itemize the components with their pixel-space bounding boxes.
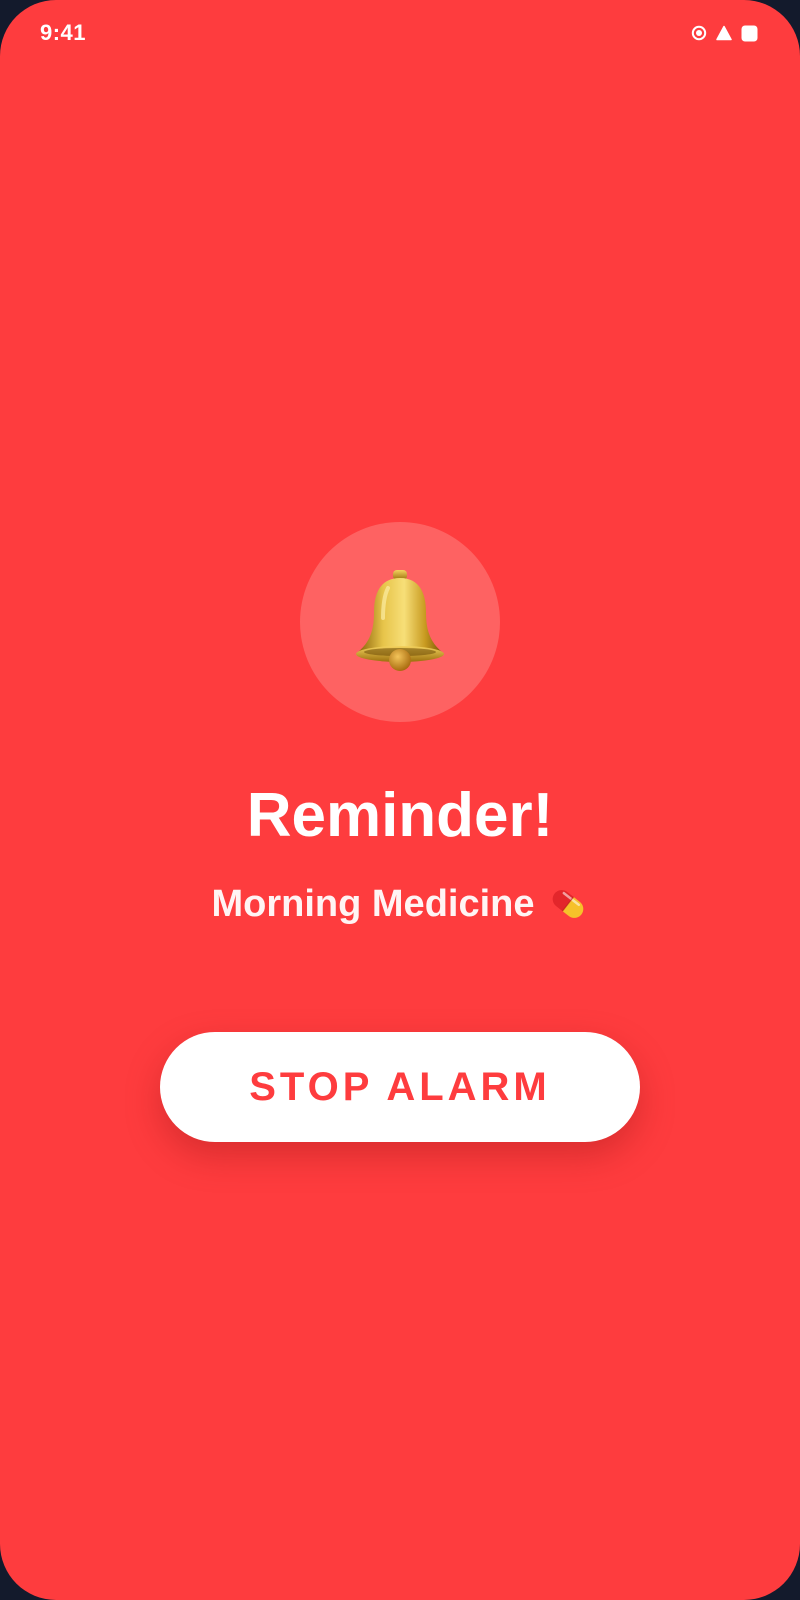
signal-icon <box>716 25 732 41</box>
alarm-subtitle-text: Morning Medicine <box>211 882 535 925</box>
pill-icon <box>547 883 589 925</box>
status-time: 9:41 <box>40 20 87 45</box>
bell-badge <box>300 522 500 722</box>
battery-icon <box>741 25 758 42</box>
status-bar: 9:41 <box>0 0 800 66</box>
stop-alarm-button[interactable]: STOP ALARM <box>160 1032 640 1142</box>
record-icon <box>691 25 707 41</box>
status-icons <box>691 24 758 42</box>
alarm-subtitle: Morning Medicine <box>0 880 800 928</box>
alarm-screen: 9:41 Reminder! Morning Medicine STOP ALA… <box>0 0 800 1600</box>
alarm-title: Reminder! <box>246 781 554 850</box>
bell-icon <box>344 566 456 678</box>
